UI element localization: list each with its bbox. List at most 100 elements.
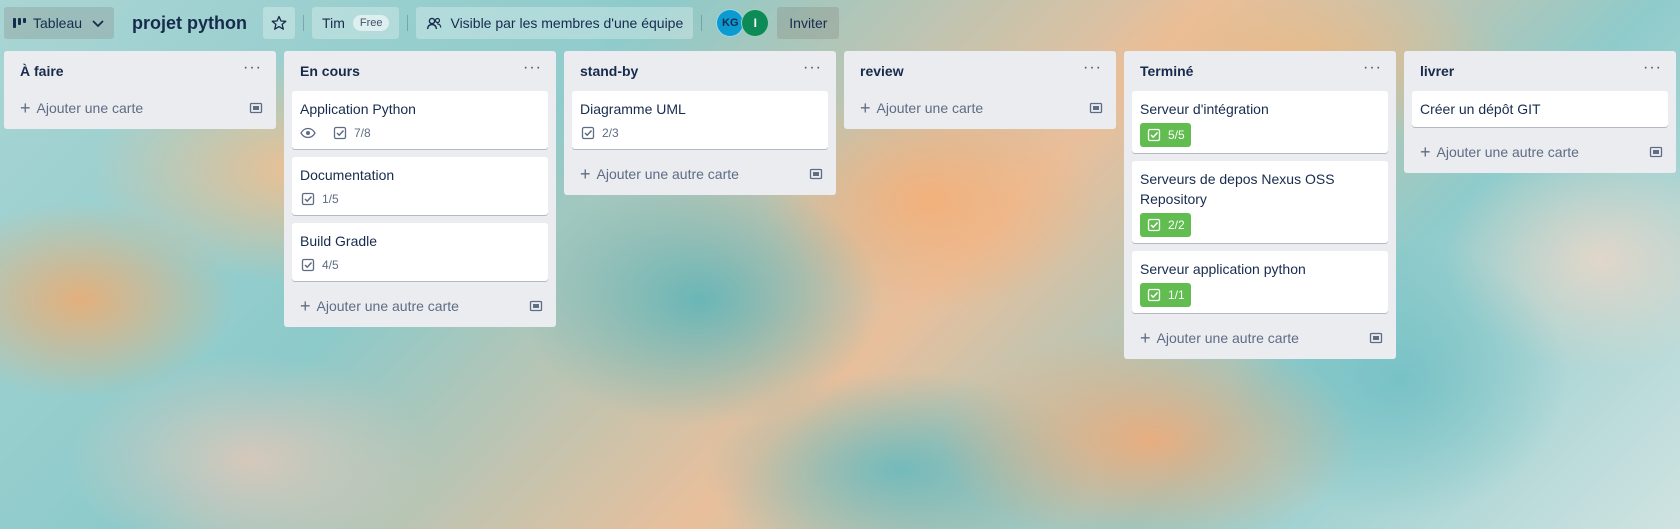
add-card-button[interactable]: + Ajouter une autre carte — [292, 289, 548, 323]
add-card-button[interactable]: + Ajouter une autre carte — [572, 157, 828, 191]
plus-icon: + — [1420, 142, 1431, 162]
list-title[interactable]: Terminé — [1140, 63, 1193, 79]
card[interactable]: Application Python 7/8 — [292, 91, 548, 149]
checklist-badge: 7/8 — [332, 123, 371, 143]
checklist-complete-badge: 5/5 — [1140, 123, 1191, 147]
add-card-button[interactable]: + Ajouter une autre carte — [1412, 135, 1668, 169]
list-header: À faire ··· — [12, 51, 268, 91]
checklist-icon — [300, 191, 322, 207]
checklist-count: 2/3 — [602, 126, 619, 140]
card[interactable]: Documentation 1/5 — [292, 157, 548, 215]
template-icon[interactable] — [528, 298, 544, 314]
header-divider — [407, 15, 409, 31]
workspace-button[interactable]: Tim Free — [312, 7, 400, 39]
checklist-count: 5/5 — [1168, 128, 1185, 142]
checklist-icon — [1146, 217, 1168, 233]
card-badges: 2/3 — [580, 123, 820, 143]
add-card-label: Ajouter une carte — [876, 100, 984, 116]
star-icon — [271, 15, 287, 31]
add-card-label: Ajouter une autre carte — [596, 166, 739, 182]
avatar[interactable]: KG — [716, 9, 745, 37]
board-title[interactable]: projet python — [122, 13, 257, 34]
list-a-faire: À faire ··· + Ajouter une carte — [4, 51, 276, 129]
board-icon — [12, 15, 28, 31]
list-header: stand-by ··· — [572, 51, 828, 91]
template-icon[interactable] — [1648, 144, 1664, 160]
card-title: Serveur d'intégration — [1140, 101, 1269, 117]
card[interactable]: Build Gradle 4/5 — [292, 223, 548, 281]
template-icon[interactable] — [1088, 100, 1104, 116]
card[interactable]: Serveur application python 1/1 — [1132, 251, 1388, 313]
card-title: Créer un dépôt GIT — [1420, 101, 1541, 117]
checklist-count: 1/1 — [1168, 288, 1185, 302]
add-card-label: Ajouter une autre carte — [1156, 330, 1299, 346]
checklist-icon — [580, 125, 602, 141]
visibility-button[interactable]: Visible par les membres d'une équipe — [416, 7, 694, 39]
checklist-icon — [1146, 287, 1168, 303]
team-visibility-icon — [426, 15, 442, 31]
template-icon[interactable] — [1368, 330, 1384, 346]
plus-icon: + — [1140, 328, 1151, 348]
more-icon[interactable]: ··· — [1083, 60, 1102, 82]
avatar-initials: KG — [722, 17, 739, 29]
checklist-badge: 4/5 — [300, 255, 339, 275]
list-review: review ··· + Ajouter une carte — [844, 51, 1116, 129]
header-divider — [303, 15, 305, 31]
checklist-count: 7/8 — [354, 126, 371, 140]
template-icon[interactable] — [248, 100, 264, 116]
card-title: Build Gradle — [300, 233, 378, 249]
visibility-label: Visible par les membres d'une équipe — [450, 15, 684, 31]
star-button[interactable] — [263, 7, 296, 39]
card-title: Serveurs de depos Nexus OSS Repository — [1140, 171, 1335, 207]
card[interactable]: Diagramme UML 2/3 — [572, 91, 828, 149]
view-switcher-label: Tableau — [33, 15, 83, 31]
list-header: review ··· — [852, 51, 1108, 91]
list-en-cours: En cours ··· Application Python 7/8 Docu… — [284, 51, 556, 327]
card-badges: 5/5 — [1140, 123, 1380, 147]
more-icon[interactable]: ··· — [803, 60, 822, 82]
add-card-label: Ajouter une autre carte — [316, 298, 459, 314]
template-icon[interactable] — [808, 166, 824, 182]
more-icon[interactable]: ··· — [243, 60, 262, 82]
card-title: Documentation — [300, 167, 395, 183]
chevron-down-icon — [90, 15, 106, 31]
card-title: Application Python — [300, 101, 416, 117]
list-title[interactable]: livrer — [1420, 63, 1454, 79]
list-termine: Terminé ··· Serveur d'intégration 5/5 Se… — [1124, 51, 1396, 359]
plus-icon: + — [20, 98, 31, 118]
checklist-badge: 1/5 — [300, 189, 339, 209]
more-icon[interactable]: ··· — [523, 60, 542, 82]
card[interactable]: Créer un dépôt GIT — [1412, 91, 1668, 127]
header-divider — [701, 15, 703, 31]
list-title[interactable]: En cours — [300, 63, 360, 79]
view-switcher-button[interactable]: Tableau — [4, 7, 115, 39]
list-header: Terminé ··· — [1132, 51, 1388, 91]
avatar[interactable]: I — [741, 9, 770, 37]
list-title[interactable]: À faire — [20, 63, 64, 79]
checklist-complete-badge: 2/2 — [1140, 213, 1191, 237]
card[interactable]: Serveur d'intégration 5/5 — [1132, 91, 1388, 153]
add-card-button[interactable]: + Ajouter une carte — [12, 91, 268, 125]
card[interactable]: Serveurs de depos Nexus OSS Repository 2… — [1132, 161, 1388, 243]
add-card-label: Ajouter une carte — [36, 100, 144, 116]
card-badges: 1/1 — [1140, 283, 1380, 307]
checklist-icon — [332, 125, 354, 141]
list-title[interactable]: stand-by — [580, 63, 638, 79]
avatar-initials: I — [753, 16, 757, 30]
checklist-icon — [300, 257, 322, 273]
card-badges: 1/5 — [300, 189, 540, 209]
card-badges: 4/5 — [300, 255, 540, 275]
checklist-count: 1/5 — [322, 192, 339, 206]
list-stand-by: stand-by ··· Diagramme UML 2/3 + Ajouter … — [564, 51, 836, 195]
plus-icon: + — [580, 164, 591, 184]
more-icon[interactable]: ··· — [1363, 60, 1382, 82]
plus-icon: + — [860, 98, 871, 118]
add-card-button[interactable]: + Ajouter une carte — [852, 91, 1108, 125]
list-title[interactable]: review — [860, 63, 904, 79]
card-title: Diagramme UML — [580, 101, 686, 117]
invite-button[interactable]: Inviter — [777, 7, 840, 39]
checklist-count: 4/5 — [322, 258, 339, 272]
more-icon[interactable]: ··· — [1643, 60, 1662, 82]
list-header: En cours ··· — [292, 51, 548, 91]
add-card-button[interactable]: + Ajouter une autre carte — [1132, 321, 1388, 355]
